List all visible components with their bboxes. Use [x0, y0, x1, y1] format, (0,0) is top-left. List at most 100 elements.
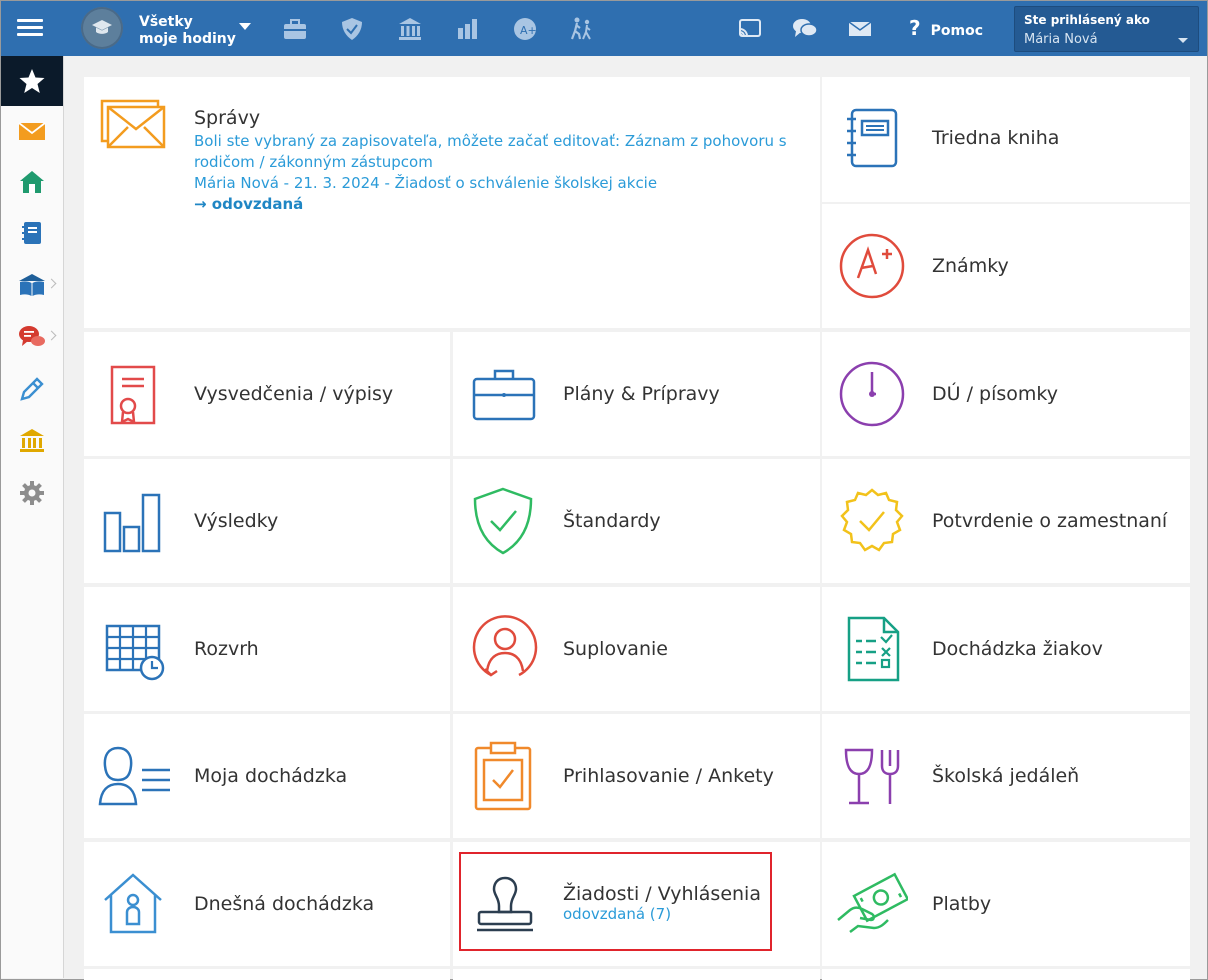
tile-row-partial — [84, 969, 450, 980]
stamp-icon — [477, 876, 533, 932]
sidebar-item-school[interactable] — [1, 260, 63, 310]
person-list-icon — [98, 746, 170, 806]
menu-icon[interactable] — [17, 15, 43, 41]
grade-icon — [839, 233, 905, 299]
tile-label: Plány & Prípravy — [563, 383, 720, 405]
message-line[interactable]: Boli ste vybraný za zapisovateľa, môžete… — [194, 131, 794, 173]
help-label: Pomoc — [930, 23, 983, 39]
tile-jedalen[interactable]: Školská jedáleň — [822, 714, 1190, 838]
tile-label: Platby — [932, 893, 992, 915]
sidebar-item-communication[interactable] — [1, 312, 63, 362]
tile-du[interactable]: DÚ / písomky — [822, 332, 1190, 456]
payment-icon — [837, 872, 908, 933]
sidebar-item-settings[interactable] — [1, 468, 63, 518]
tile-triedna-kniha[interactable]: Triedna kniha — [822, 77, 1190, 202]
top-bar: Všetky moje hodiny A+ ? Pomoc Ste prihlás… — [1, 1, 1207, 56]
tile-potvrdenie[interactable]: Potvrdenie o zamestnaní — [822, 459, 1190, 583]
tile-dochadzka-ziakov[interactable]: Dochádzka žiakov — [822, 587, 1190, 711]
gear-icon — [20, 481, 44, 505]
user-name: Mária Nová — [1024, 32, 1098, 47]
help-link[interactable]: ? Pomoc — [909, 16, 983, 40]
tile-label: Výsledky — [194, 510, 279, 532]
pencil-icon — [20, 377, 44, 401]
star-icon — [19, 69, 45, 93]
shield-check-icon — [473, 487, 533, 555]
chevron-down-icon — [1178, 38, 1188, 43]
tile-rozvrh[interactable]: Rozvrh — [84, 587, 450, 711]
clipboard-check-icon — [474, 741, 532, 811]
question-icon: ? — [909, 16, 921, 40]
chevron-down-icon[interactable] — [239, 23, 251, 30]
chat-bubbles-icon — [19, 326, 45, 346]
tile-label: Školská jedáleň — [932, 765, 1080, 787]
tile-vysvedcenia[interactable]: Vysvedčenia / výpisy — [84, 332, 450, 456]
grade-icon[interactable]: A+ — [512, 16, 538, 42]
tile-moja-dochadzka[interactable]: Moja dochádzka — [84, 714, 450, 838]
tile-ziadosti[interactable]: Žiadosti / Vyhlásenia odovzdaná (7) — [453, 842, 820, 966]
tile-vysledky[interactable]: Výsledky — [84, 459, 450, 583]
tile-label: Rozvrh — [194, 638, 259, 660]
user-caption: Ste prihlásený ako — [1024, 13, 1150, 27]
mail-icon[interactable] — [847, 16, 873, 42]
sidebar-item-tools[interactable] — [1, 364, 63, 414]
class-selector-line1: Všetky — [139, 14, 193, 30]
tile-dnesna-dochadzka[interactable]: Dnešná dochádzka — [84, 842, 450, 966]
book-open-icon — [19, 274, 45, 296]
shield-icon[interactable] — [339, 16, 365, 42]
chat-icon[interactable] — [792, 16, 818, 42]
tile-prihlasovanie[interactable]: Prihlasovanie / Ankety — [453, 714, 820, 838]
tile-suplovanie[interactable]: Suplovanie — [453, 587, 820, 711]
bar-chart-icon — [103, 493, 161, 553]
tile-standardy[interactable]: Štandardy — [453, 459, 820, 583]
home-icon — [20, 171, 44, 193]
tile-label: Dochádzka žiakov — [932, 638, 1103, 660]
mail-icon — [18, 122, 46, 140]
briefcase-icon[interactable] — [282, 16, 308, 42]
tile-label: Potvrdenie o zamestnaní — [932, 510, 1168, 532]
classbook-icon — [847, 108, 898, 168]
sidebar — [1, 56, 64, 978]
tile-plany[interactable]: Plány & Prípravy — [453, 332, 820, 456]
tile-label: DÚ / písomky — [932, 383, 1058, 405]
walking-people-icon[interactable] — [569, 16, 595, 42]
message-status[interactable]: → odovzdaná — [194, 194, 794, 215]
certificate-icon — [110, 365, 156, 425]
bank-icon[interactable] — [397, 16, 423, 42]
class-selector[interactable]: Všetky moje hodiny — [139, 14, 236, 48]
tile-label: Známky — [932, 255, 1009, 277]
tile-label: Žiadosti / Vyhlásenia — [563, 883, 761, 905]
svg-text:A+: A+ — [520, 24, 537, 37]
graduation-cap-icon — [92, 20, 112, 34]
substitute-icon — [472, 615, 538, 677]
attendance-sheet-icon — [847, 616, 900, 682]
sidebar-item-home[interactable] — [1, 157, 63, 207]
seal-check-icon — [840, 488, 904, 552]
sidebar-item-institution[interactable] — [1, 416, 63, 466]
requests-status[interactable]: odovzdaná (7) — [563, 905, 671, 923]
chevron-right-icon — [46, 278, 57, 289]
message-line[interactable]: Mária Nová - 21. 3. 2024 - Žiadosť o sch… — [194, 173, 794, 194]
tile-label: Suplovanie — [563, 638, 668, 660]
bank-icon — [20, 429, 44, 452]
tile-znamky[interactable]: Známky — [822, 204, 1190, 328]
cast-icon[interactable] — [737, 16, 763, 42]
tile-label: Dnešná dochádzka — [194, 893, 375, 915]
sidebar-item-classbook[interactable] — [1, 208, 63, 258]
class-selector-line2: moje hodiny — [139, 31, 236, 47]
sidebar-item-favorites[interactable] — [1, 56, 63, 106]
tile-label: Vysvedčenia / výpisy — [194, 383, 394, 405]
dining-icon — [844, 748, 900, 805]
tile-row-partial — [822, 969, 1190, 980]
messages-title: Správy — [194, 107, 261, 129]
tile-platby[interactable]: Platby — [822, 842, 1190, 966]
envelope-icon — [100, 99, 166, 149]
briefcase-icon — [472, 369, 536, 421]
clock-icon — [839, 361, 905, 427]
chevron-right-icon — [46, 330, 57, 341]
sidebar-item-messages[interactable] — [1, 106, 63, 156]
class-avatar[interactable] — [81, 7, 123, 49]
messages-list: Boli ste vybraný za zapisovateľa, môžete… — [194, 131, 794, 215]
house-person-icon — [104, 873, 162, 934]
user-menu[interactable]: Ste prihlásený ako Mária Nová — [1014, 6, 1199, 52]
bar-chart-icon[interactable] — [454, 16, 480, 42]
